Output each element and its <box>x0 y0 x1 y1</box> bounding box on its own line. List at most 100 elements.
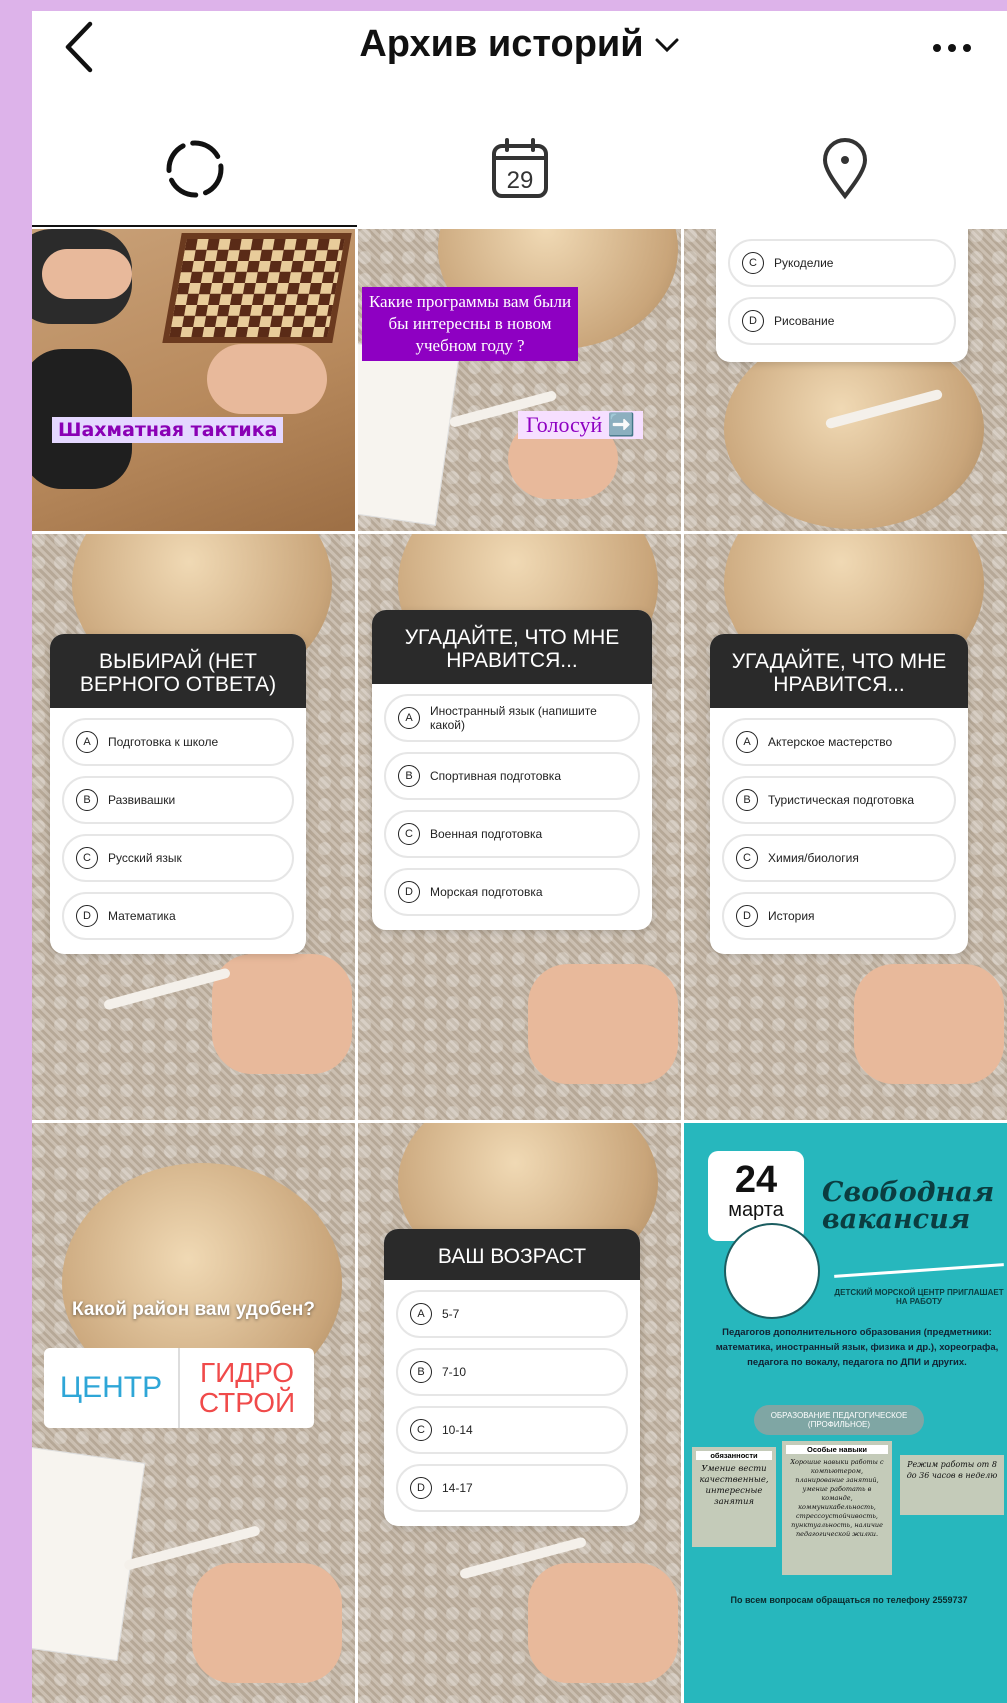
story-age-poll[interactable]: ВАШ ВОЗРАСТ A 5-7 B 7-10 C 10-14 D 14-17 <box>358 1123 681 1703</box>
option-label: Математика <box>108 909 176 923</box>
poll-option[interactable]: A Иностранный язык (напишите какой) <box>384 694 640 742</box>
divider <box>834 1263 1004 1278</box>
option-letter: D <box>398 881 420 903</box>
story-vacancy[interactable]: 24 марта Свободная вакансия ДЕТСКИЙ МОРС… <box>684 1123 1007 1703</box>
page-title: Архив историй <box>359 23 644 65</box>
poll-card: ВАШ ВОЗРАСТ A 5-7 B 7-10 C 10-14 D 14-17 <box>384 1229 640 1526</box>
poll-option[interactable]: D Морская подготовка <box>384 868 640 916</box>
option-letter: C <box>398 823 420 845</box>
chevron-down-icon <box>655 38 679 52</box>
hand <box>528 1563 678 1683</box>
poll-option[interactable]: C Военная подготовка <box>384 810 640 858</box>
archive-title-dropdown[interactable]: Архив историй <box>32 23 1007 66</box>
option-label: Развивашки <box>108 793 176 807</box>
poll-option[interactable]: B Спортивная подготовка <box>384 752 640 800</box>
poll-title: ВАШ ВОЗРАСТ <box>384 1229 640 1280</box>
calendar-date: 29 <box>506 167 533 194</box>
hand <box>212 954 352 1074</box>
poll-title: ВЫБИРАЙ (НЕТ ВЕРНОГО ОТВЕТА) <box>50 634 306 708</box>
poll-option[interactable]: B Туристическая подготовка <box>722 776 956 824</box>
option-label: 14-17 <box>442 1481 473 1495</box>
poll-card: ВЫБИРАЙ (НЕТ ВЕРНОГО ОТВЕТА) A Подготовка… <box>50 634 306 954</box>
option-letter: B <box>76 789 98 811</box>
skills-card: Особые навыки Хорошие навыки работы с ко… <box>782 1441 892 1575</box>
poll-option[interactable]: D История <box>722 892 956 940</box>
option-label: Актерское мастерство <box>768 735 893 749</box>
option-letter: A <box>736 731 758 753</box>
vacancy-headline: Свободная вакансия <box>822 1177 995 1235</box>
option-label: 5-7 <box>442 1307 460 1321</box>
poll-title: УГАДАЙТЕ, ЧТО МНЕ НРАВИТСЯ... <box>372 610 652 684</box>
story-choose-poll[interactable]: ВЫБИРАЙ (НЕТ ВЕРНОГО ОТВЕТА) A Подготовка… <box>32 534 355 1120</box>
story-question: Какие программы вам были бы интересны в … <box>362 287 578 361</box>
duties-heading: обязанности <box>696 1451 772 1460</box>
poll-option[interactable]: B 7-10 <box>396 1348 628 1396</box>
poll-option[interactable]: C Химия/биология <box>722 834 956 882</box>
option-letter: B <box>398 765 420 787</box>
poll-option[interactable]: C Рукоделие <box>728 239 956 287</box>
story-caption: Шахматная тактика <box>52 417 284 443</box>
chess-board <box>162 233 352 343</box>
calendar-icon: 29 <box>491 138 548 198</box>
poll-option[interactable]: C 10-14 <box>396 1406 628 1454</box>
tab-stories-archive[interactable] <box>32 111 357 227</box>
option-letter: A <box>410 1303 432 1325</box>
hand <box>528 964 678 1084</box>
archive-tabs: 29 <box>32 111 1007 227</box>
header: Архив историй <box>32 11 1007 106</box>
option-label: Русский язык <box>108 851 182 865</box>
story-guess-poll-1[interactable]: УГАДАЙТЕ, ЧТО МНЕ НРАВИТСЯ... A Иностранн… <box>358 534 681 1120</box>
option-label: Химия/биология <box>768 851 859 865</box>
duties-card: обязанности Умение вести качественные, и… <box>692 1447 776 1547</box>
poll-option[interactable]: C Русский язык <box>62 834 294 882</box>
option-label: Морская подготовка <box>430 885 543 899</box>
poll-option[interactable]: D Рисование <box>728 297 956 345</box>
vacancy-subtitle: ДЕТСКИЙ МОРСКОЙ ЦЕНТР ПРИГЛАШАЕТ НА РАБО… <box>834 1288 1004 1306</box>
story-programs[interactable]: Какие программы вам были бы интересны в … <box>358 229 681 531</box>
option-label: Военная подготовка <box>430 827 543 841</box>
choice-option-b[interactable]: ГИДРО СТРОЙ <box>178 1348 314 1428</box>
poll-option[interactable]: D Математика <box>62 892 294 940</box>
option-letter: C <box>736 847 758 869</box>
option-label: Спортивная подготовка <box>430 769 561 783</box>
app-screen: Архив историй 29 Шахматная тактика Какие… <box>32 11 1007 1703</box>
poll-option[interactable]: A 5-7 <box>396 1290 628 1338</box>
option-label: Подготовка к школе <box>108 735 219 749</box>
tab-calendar[interactable]: 29 <box>357 111 682 227</box>
choice-option-a[interactable]: ЦЕНТР <box>44 1348 178 1428</box>
poll-option[interactable]: D 14-17 <box>396 1464 628 1512</box>
tab-location[interactable] <box>682 111 1007 227</box>
poll-card: УГАДАЙТЕ, ЧТО МНЕ НРАВИТСЯ... A Актерское… <box>710 634 968 954</box>
option-letter: A <box>76 731 98 753</box>
more-options-button[interactable] <box>927 23 977 73</box>
option-letter: C <box>742 252 764 274</box>
option-label: Рукоделие <box>774 256 834 270</box>
schedule-card: Режим работы от 8 до 36 часов в неделю <box>900 1455 1004 1515</box>
story-guess-poll-2[interactable]: УГАДАЙТЕ, ЧТО МНЕ НРАВИТСЯ... A Актерское… <box>684 534 1007 1120</box>
story-question: Какой район вам удобен? <box>72 1299 315 1320</box>
duties-text: Умение вести качественные, интересные за… <box>699 1464 769 1507</box>
option-letter: B <box>736 789 758 811</box>
option-label: 7-10 <box>442 1365 467 1379</box>
skills-heading: Особые навыки <box>786 1445 888 1454</box>
poll-option[interactable]: A Актерское мастерство <box>722 718 956 766</box>
vacancy-footer: По всем вопросам обращаться по телефону … <box>730 1595 968 1605</box>
poll-card: УГАДАЙТЕ, ЧТО МНЕ НРАВИТСЯ... A Иностранн… <box>372 610 652 930</box>
story-crafts-poll[interactable]: C Рукоделие D Рисование <box>684 229 1007 531</box>
option-letter: D <box>76 905 98 927</box>
poll-option[interactable]: B Развивашки <box>62 776 294 824</box>
notebook <box>32 1444 146 1662</box>
story-region-poll[interactable]: Какой район вам удобен? ЦЕНТР ГИДРО СТРО… <box>32 1123 355 1703</box>
option-letter: D <box>742 310 764 332</box>
option-label: История <box>768 909 815 923</box>
story-chess[interactable]: Шахматная тактика <box>32 229 355 531</box>
story-grid: Шахматная тактика Какие программы вам бы… <box>32 229 1007 1703</box>
location-pin-icon <box>822 138 867 200</box>
hand <box>192 1563 342 1683</box>
option-label: 10-14 <box>442 1423 473 1437</box>
story-circle-icon <box>166 140 223 198</box>
option-letter: C <box>410 1419 432 1441</box>
poll-option[interactable]: A Подготовка к школе <box>62 718 294 766</box>
skills-text: Хорошие навыки работы с компьютером, пла… <box>790 1458 884 1538</box>
hand <box>42 249 132 299</box>
